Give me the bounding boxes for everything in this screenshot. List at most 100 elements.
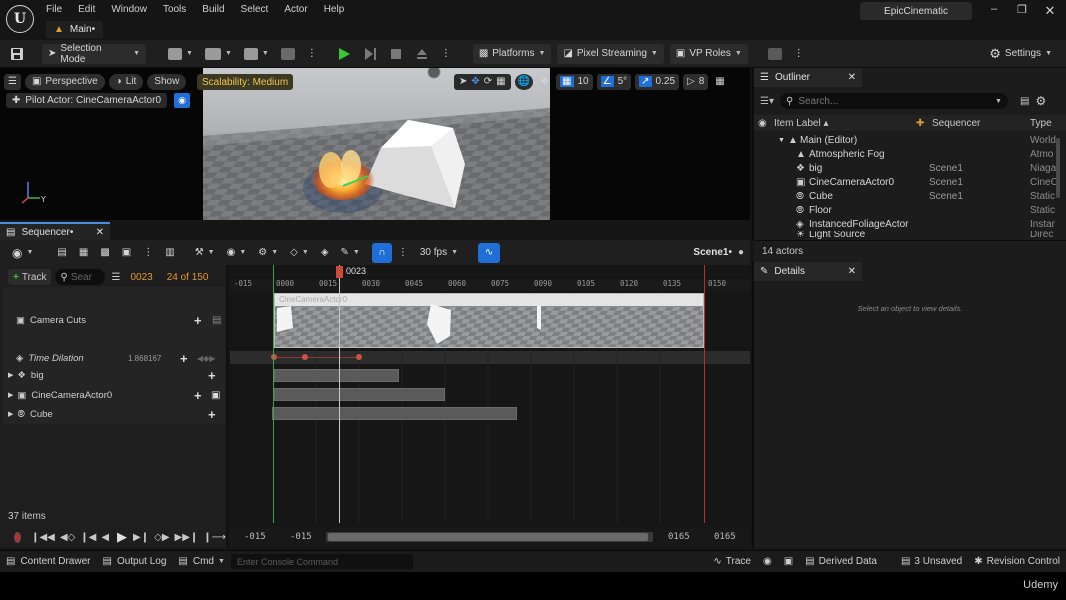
scale-tool-icon[interactable]: ▦ <box>496 76 505 87</box>
camera-lock-icon[interactable]: ◉ <box>174 93 190 108</box>
save-icon[interactable] <box>4 44 30 64</box>
col-type[interactable]: Type <box>1030 118 1052 129</box>
step-back-icon[interactable]: ❙◀ <box>80 532 96 543</box>
filter-icon[interactable]: ☰▾ <box>760 96 774 107</box>
perspective-button[interactable]: ▣ Perspective <box>24 73 105 90</box>
playback-end-marker[interactable] <box>704 265 705 523</box>
layout-icon[interactable]: ▦ <box>712 74 727 90</box>
lit-button[interactable]: ◑ Lit <box>108 73 144 90</box>
prev-key-icon[interactable]: ◀◇ <box>60 532 75 543</box>
menu-window[interactable]: Window <box>111 4 155 15</box>
working-range-end[interactable]: 0165 <box>668 532 690 542</box>
viewport-menu-icon[interactable]: ☰ <box>4 73 21 90</box>
expand-arrow-icon[interactable]: ▼ <box>778 137 785 144</box>
play-reverse-icon[interactable]: ◀ <box>101 532 109 543</box>
screenshot-icon[interactable]: ◉ <box>757 551 778 573</box>
minimize-icon[interactable]: – <box>981 3 1007 19</box>
add-camera-cut-icon[interactable]: + <box>194 313 202 328</box>
timeline-ruler[interactable]: -015 0000 0015 0030 0045 0060 0075 0090 … <box>230 279 750 291</box>
time-dilation-value[interactable]: 1.868167 <box>128 354 161 363</box>
menu-actor[interactable]: Actor <box>284 4 315 15</box>
menu-edit[interactable]: Edit <box>78 4 103 15</box>
angle-snap-toggle[interactable]: ∠ 5° <box>596 73 632 90</box>
outliner-search-input[interactable]: ⚲ Search... ▼ <box>779 93 1008 109</box>
next-key-icon[interactable]: ◇▶ <box>154 532 169 543</box>
modeling-icon[interactable] <box>275 44 301 64</box>
visibility-icon[interactable]: ◉ <box>758 118 767 129</box>
key-icon[interactable] <box>302 354 308 360</box>
menu-file[interactable]: File <box>46 4 70 15</box>
settings-dropdown[interactable]: ⚙ Settings ▼ <box>983 44 1058 64</box>
step-forward-icon[interactable]: ▶❙ <box>133 532 149 543</box>
scene-label[interactable]: Scene1• <box>693 247 732 258</box>
tree-row-big[interactable]: ❖ big Scene1 Niaga <box>754 161 1066 175</box>
world-local-icon[interactable]: 🌐 <box>514 73 534 90</box>
key-interp-icon[interactable]: ◈ <box>315 243 335 263</box>
details-close-icon[interactable]: ✕ <box>848 266 856 277</box>
cinematics-icon[interactable]: ▼ <box>238 44 275 64</box>
more-options-icon[interactable]: ⋮ <box>301 44 323 64</box>
big-section-bar[interactable] <box>274 369 399 382</box>
maximize-icon[interactable]: ❐ <box>1009 3 1035 19</box>
camera-cut-options-icon[interactable]: ▤ <box>212 315 221 326</box>
stop-icon[interactable] <box>383 44 409 64</box>
play-options-icon[interactable]: ⋮ <box>435 44 457 64</box>
level-tab[interactable]: ▲ Main• <box>46 21 104 38</box>
track-search-input[interactable]: ⚲ Sear <box>55 269 106 285</box>
view-range-end[interactable]: 0165 <box>714 532 736 542</box>
rotate-tool-icon[interactable]: ⟳ <box>484 76 492 87</box>
menu-select[interactable]: Select <box>241 4 277 15</box>
track-filter-icon[interactable]: ☰ <box>111 272 120 283</box>
range-slider-thumb[interactable] <box>328 533 648 541</box>
select-tool-icon[interactable]: ➤ <box>459 76 467 87</box>
vp-roles-dropdown[interactable]: ▣ VP Roles ▼ <box>669 43 748 64</box>
jump-to-end-icon[interactable]: ▶▶❙ <box>175 532 199 543</box>
seq-options-icon[interactable]: ⋮ <box>137 243 159 263</box>
console-input[interactable]: Enter Console Command <box>230 554 413 569</box>
curve-editor-icon[interactable]: ∿ <box>478 242 501 263</box>
render-movie-icon[interactable]: ▩ <box>94 243 115 263</box>
track-cinecamera[interactable]: ▶ ▣ CineCameraActor0 + ▣ <box>0 388 228 403</box>
snap-options-icon[interactable]: ⋮ <box>392 243 414 263</box>
selection-mode-dropdown[interactable]: ➤ Selection Mode ▼ <box>42 43 146 65</box>
save-sequence-icon[interactable]: ▤ <box>51 243 72 263</box>
revision-control-button[interactable]: ✱ Revision Control <box>968 551 1066 573</box>
track-time-dilation[interactable]: ◈ Time Dilation 1.868167 + ◀◆▶ <box>0 351 228 366</box>
pixel-streaming-dropdown[interactable]: ◪ Pixel Streaming ▼ <box>557 43 664 64</box>
vr-icon[interactable] <box>762 44 788 64</box>
cube-section-bar[interactable] <box>272 407 517 420</box>
add-subtrack-icon[interactable]: + <box>208 407 216 422</box>
expand-arrow-icon[interactable]: ▶ <box>8 371 13 379</box>
move-tool-icon[interactable]: ✥ <box>471 76 479 87</box>
tree-row-main[interactable]: ▼ ▲ Main (Editor) World <box>754 133 1066 147</box>
expand-arrow-icon[interactable]: ▶ <box>8 391 13 399</box>
menu-tools[interactable]: Tools <box>163 4 194 15</box>
add-subtrack-icon[interactable]: + <box>208 368 216 383</box>
sequencer-tab[interactable]: ▤ Sequencer• ✕ <box>0 222 110 240</box>
tree-row-atmospheric-fog[interactable]: ▲ Atmospheric Fog Atmo <box>754 147 1066 161</box>
lock-icon[interactable]: ● <box>738 247 744 258</box>
viewport-scene[interactable] <box>203 68 550 220</box>
outliner-scrollbar[interactable] <box>1056 138 1060 198</box>
camera-cut-icon[interactable]: ▣ <box>116 243 137 263</box>
eject-icon[interactable] <box>409 44 435 64</box>
add-subtrack-icon[interactable]: + <box>194 388 202 403</box>
add-folder-icon[interactable]: ▤ <box>1020 96 1029 107</box>
derived-data-button[interactable]: ▤ Derived Data <box>799 551 883 573</box>
paint-options-icon[interactable]: ✎ ▼ <box>335 243 366 263</box>
blueprint-icon[interactable]: ▼ <box>199 44 238 64</box>
view-range-start[interactable]: -015 <box>244 532 266 542</box>
add-track-button[interactable]: + Track <box>8 269 52 285</box>
close-icon[interactable]: ✕ <box>1037 3 1063 19</box>
surface-snap-icon[interactable]: ❖ <box>537 74 552 90</box>
unreal-logo-icon[interactable]: U <box>6 5 34 33</box>
current-frame[interactable]: 0023 <box>130 272 152 283</box>
transport-icon[interactable]: ▥ <box>159 243 180 263</box>
play-forward-icon[interactable]: ▶ <box>117 529 127 545</box>
tree-row-floor[interactable]: ⦾ Floor Static <box>754 203 1066 217</box>
unsaved-button[interactable]: ▤ 3 Unsaved <box>895 551 968 573</box>
working-range-start[interactable]: -015 <box>290 532 312 542</box>
scale-snap-toggle[interactable]: ↗ 0.25 <box>635 73 680 90</box>
outliner-settings-icon[interactable]: ⚙ <box>1035 94 1046 108</box>
cinecamera-section-bar[interactable] <box>274 388 445 401</box>
